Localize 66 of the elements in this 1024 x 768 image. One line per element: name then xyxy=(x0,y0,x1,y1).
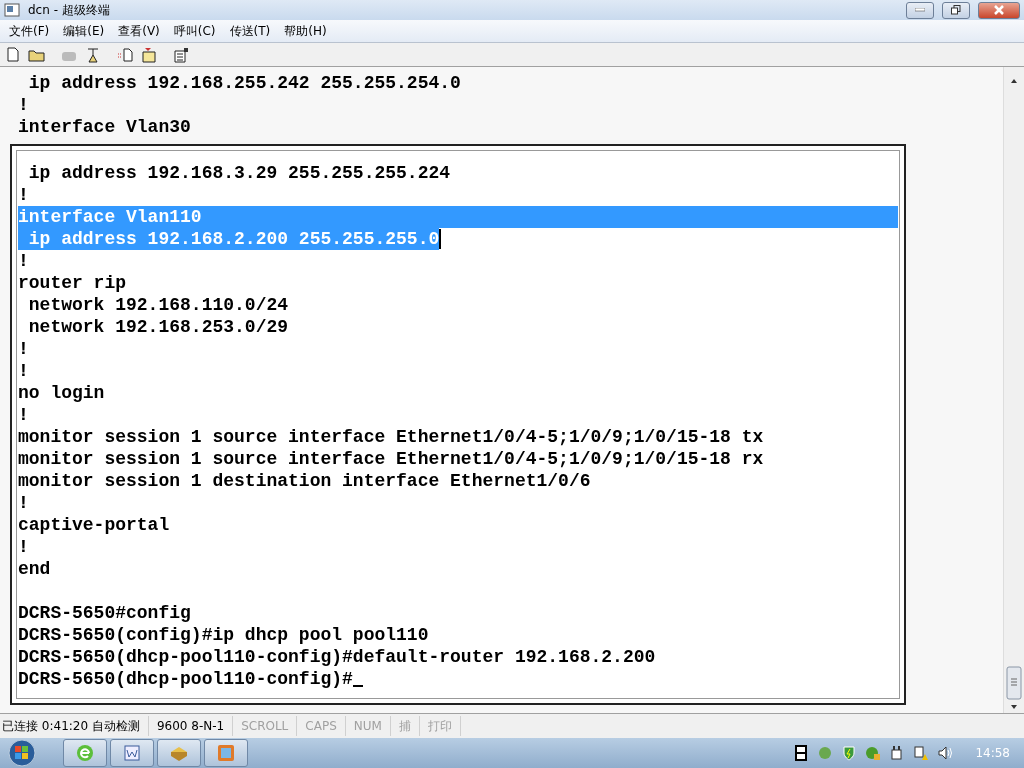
minimize-icon xyxy=(915,8,925,12)
restore-button[interactable] xyxy=(942,1,970,19)
properties-icon xyxy=(173,46,189,63)
terminal-prompt: DCRS-5650(dhcp-pool110-config)# xyxy=(18,668,353,690)
dot-icon[interactable] xyxy=(817,745,834,761)
taskbar-app-button[interactable] xyxy=(157,739,201,767)
terminal-line: ! xyxy=(18,184,29,206)
menu-item[interactable]: 文件(F) xyxy=(2,22,57,40)
status-field: 已连接 0:41:20 自动检测 xyxy=(0,716,149,736)
lock-icon[interactable] xyxy=(865,745,882,761)
new-file-icon xyxy=(7,47,19,62)
window-title: dcn - 超级终端 xyxy=(28,1,111,19)
status-field: NUM xyxy=(345,716,391,736)
status-field: 打印 xyxy=(419,716,461,736)
picture-icon xyxy=(217,744,235,762)
taskbar-app-button[interactable] xyxy=(204,739,248,767)
terminal-line: ! xyxy=(18,404,29,426)
minimize-button[interactable] xyxy=(906,1,934,19)
receive-file-icon xyxy=(141,46,157,63)
menu-item[interactable]: 传送(T) xyxy=(222,22,278,40)
terminal-line: ! xyxy=(18,360,29,382)
taskbar-app-button[interactable] xyxy=(63,739,107,767)
terminal-line: ! xyxy=(18,94,29,116)
speaker-icon[interactable] xyxy=(937,745,954,761)
send-file-icon xyxy=(117,47,133,62)
status-field: 捕 xyxy=(390,716,420,736)
terminal-line: captive-portal xyxy=(18,514,170,536)
menu-item[interactable]: 呼叫(C) xyxy=(166,22,223,40)
shield-icon[interactable] xyxy=(841,745,858,761)
terminal-line: DCRS-5650(config)#ip dhcp pool pool110 xyxy=(18,624,429,646)
folder-icon xyxy=(28,47,46,62)
status-field: CAPS xyxy=(297,716,346,736)
terminal-line: end xyxy=(18,558,51,580)
terminal-line: router rip xyxy=(18,272,127,294)
terminal-line: DCRS-5650#config xyxy=(18,602,191,624)
browser-icon xyxy=(76,744,94,762)
close-button[interactable] xyxy=(978,1,1020,19)
document-icon xyxy=(123,744,141,762)
terminal-line: monitor session 1 source interface Ethernet1/0/4-5;1/0/9;1/0/15-18 rx xyxy=(18,448,764,470)
film-icon[interactable] xyxy=(793,745,810,761)
status-field: SCROLL xyxy=(233,716,298,736)
status-field: 9600 8-N-1 xyxy=(148,716,234,736)
terminal-line: monitor session 1 destination interface Ethernet1/0/6 xyxy=(18,470,591,492)
terminal-line: no login xyxy=(18,382,105,404)
terminal-line: ! xyxy=(18,536,29,558)
terminal-line: ! xyxy=(18,250,29,272)
taskbar-app-button[interactable] xyxy=(110,739,154,767)
terminal-line: ! xyxy=(18,492,29,514)
terminal-line: network 192.168.253.0/29 xyxy=(27,316,289,338)
text-cursor xyxy=(439,229,442,249)
terminal-app-icon xyxy=(4,3,20,17)
terminal-icon xyxy=(169,744,189,762)
terminal-line: DCRS-5650(dhcp-pool110-config)#default-router 192.168.2.200 xyxy=(18,646,656,668)
terminal-line: ! xyxy=(18,338,29,360)
menu-item[interactable]: 查看(V) xyxy=(111,22,167,40)
close-icon xyxy=(994,5,1004,15)
network-warning-icon[interactable] xyxy=(913,745,930,761)
clock: 14:58 xyxy=(975,746,1010,760)
terminal-line: ip address 192.168.255.242 255.255.254.0 xyxy=(27,72,461,94)
restore-icon xyxy=(951,5,961,15)
menu-item[interactable]: 帮助(H) xyxy=(277,22,334,40)
menu-item[interactable]: 编辑(E) xyxy=(56,22,112,40)
terminal-line: network 192.168.110.0/24 xyxy=(27,294,289,316)
terminal-line: interface Vlan30 xyxy=(18,116,191,138)
terminal-line: ip address 192.168.3.29 255.255.255.224 xyxy=(27,162,451,184)
terminal-line: monitor session 1 source interface Ethernet1/0/4-5;1/0/9;1/0/15-18 tx xyxy=(18,426,764,448)
